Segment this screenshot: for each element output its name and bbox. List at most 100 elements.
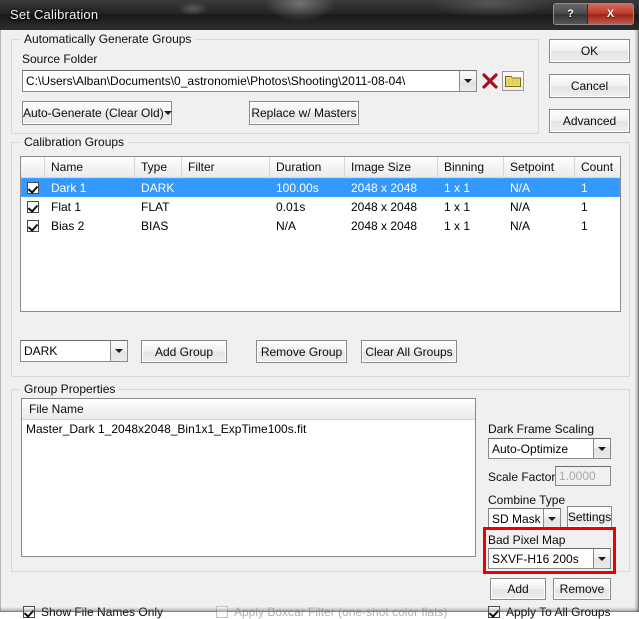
cell-count: 1 [581, 199, 588, 214]
cell-type: BIAS [141, 218, 169, 233]
add-bad-pixel-map-button[interactable]: Add [490, 578, 546, 600]
table-row[interactable]: Flat 1 FLAT 0.01s 2048 x 2048 1 x 1 N/A 1 [21, 197, 620, 216]
file-name-list-body: Master_Dark 1_2048x2048_Bin1x1_ExpTime10… [22, 420, 475, 438]
chevron-down-icon[interactable] [593, 439, 610, 458]
cell-name: Bias 2 [51, 218, 85, 233]
checkbox-box[interactable] [488, 606, 500, 618]
chevron-down-icon[interactable] [110, 341, 127, 361]
cell-type: DARK [141, 180, 175, 195]
dark-frame-scaling-combo[interactable]: Auto-Optimize [488, 438, 611, 459]
chevron-down-icon[interactable] [459, 71, 476, 91]
column-header-type[interactable]: Type [135, 157, 182, 177]
cell-duration: 100.00s [276, 180, 319, 195]
show-file-names-only-label: Show File Names Only [41, 605, 164, 619]
bad-pixel-map-combo[interactable]: SXVF-H16 200s [488, 548, 611, 569]
cell-setpoint: N/A [510, 180, 531, 195]
table-body: Dark 1 DARK 100.00s 2048 x 2048 1 x 1 N/A 1 Fla… [21, 178, 620, 235]
chevron-down-icon[interactable] [163, 102, 172, 124]
clear-all-groups-button[interactable]: Clear All Groups [361, 340, 457, 363]
checkbox-box [216, 606, 228, 618]
checkbox-box[interactable] [27, 181, 39, 194]
folder-icon[interactable] [502, 71, 524, 91]
auto-generate-groups-title: Automatically Generate Groups [20, 32, 196, 46]
remove-group-button[interactable]: Remove Group [256, 340, 347, 363]
apply-boxcar-filter-label: Apply Boxcar Filter (one-shot color flat… [234, 605, 448, 619]
add-group-button[interactable]: Add Group [141, 340, 227, 363]
column-header-image-size[interactable]: Image Size [345, 157, 438, 177]
title-bar[interactable]: Set Calibration ? X [0, 0, 639, 30]
file-name-list[interactable]: File Name Master_Dark 1_2048x2048_Bin1x1… [21, 398, 476, 557]
cell-name: Flat 1 [51, 199, 82, 214]
group-type-value: DARK [24, 344, 58, 358]
close-button[interactable]: X [588, 4, 633, 24]
source-folder-value: C:\Users\Alban\Documents\0_astronomie\Ph… [26, 74, 406, 88]
advanced-button[interactable]: Advanced [549, 109, 630, 133]
apply-to-all-groups-label: Apply To All Groups [506, 605, 611, 619]
apply-boxcar-filter-checkbox: Apply Boxcar Filter (one-shot color flat… [216, 605, 447, 619]
combine-settings-button[interactable]: Settings [567, 506, 612, 528]
row-checkbox[interactable] [21, 200, 45, 213]
cell-setpoint: N/A [510, 199, 531, 214]
cancel-button[interactable]: Cancel [549, 74, 630, 98]
cell-duration: N/A [276, 218, 297, 233]
clear-folder-icon[interactable] [481, 72, 499, 90]
titlebar-glow [430, 0, 550, 18]
group-properties-title: Group Properties [20, 382, 120, 396]
checkbox-box[interactable] [27, 200, 39, 213]
cell-binning: 1 x 1 [444, 199, 471, 214]
column-header-binning[interactable]: Binning [438, 157, 504, 177]
checkbox-box[interactable] [23, 606, 35, 618]
table-header-row: Name Type Filter Duration Image Size Binning S… [21, 157, 620, 178]
window-controls: ? X [553, 3, 634, 25]
set-calibration-dialog: Set Calibration ? X Automatically Genera… [0, 0, 639, 619]
replace-with-masters-button[interactable]: Replace w/ Masters [249, 101, 359, 125]
cell-count: 1 [581, 218, 588, 233]
checkbox-box[interactable] [27, 219, 39, 232]
dialog-client-area: Automatically Generate Groups Source Fol… [0, 30, 639, 619]
ok-button[interactable]: OK [549, 39, 630, 63]
bad-pixel-map-value: SXVF-H16 200s [492, 551, 579, 566]
dark-frame-scaling-value: Auto-Optimize [492, 441, 569, 456]
bad-pixel-map-label: Bad Pixel Map [488, 533, 566, 547]
apply-to-all-groups-checkbox[interactable]: Apply To All Groups [488, 605, 611, 619]
cell-image-size: 2048 x 2048 [351, 199, 418, 214]
column-header-name[interactable]: Name [45, 157, 135, 177]
chevron-down-icon[interactable] [543, 509, 560, 528]
scale-factor-label: Scale Factor [488, 470, 556, 484]
cell-type: FLAT [141, 199, 170, 214]
source-folder-combo[interactable]: C:\Users\Alban\Documents\0_astronomie\Ph… [22, 70, 477, 92]
cell-image-size: 2048 x 2048 [351, 218, 418, 233]
cell-count: 1 [581, 180, 588, 195]
column-header-count[interactable]: Count [575, 157, 620, 177]
column-header-setpoint[interactable]: Setpoint [504, 157, 575, 177]
auto-generate-split-button[interactable]: Auto-Generate (Clear Old) [22, 101, 172, 125]
scale-factor-field[interactable]: 1.0000 [555, 466, 611, 486]
calibration-groups-title: Calibration Groups [20, 135, 129, 149]
help-button[interactable]: ? [554, 4, 588, 24]
table-row[interactable]: Dark 1 DARK 100.00s 2048 x 2048 1 x 1 N/A 1 [21, 178, 620, 197]
group-type-combo[interactable]: DARK [20, 340, 128, 362]
cell-binning: 1 x 1 [444, 180, 471, 195]
calibration-groups-table[interactable]: Name Type Filter Duration Image Size Binning S… [20, 156, 621, 312]
list-item[interactable]: Master_Dark 1_2048x2048_Bin1x1_ExpTime10… [22, 420, 475, 438]
source-folder-label: Source Folder [22, 52, 98, 66]
combine-type-combo[interactable]: SD Mask [488, 508, 561, 529]
titlebar-glow [265, 0, 335, 22]
combine-type-label: Combine Type [488, 493, 566, 507]
cell-setpoint: N/A [510, 218, 531, 233]
cell-binning: 1 x 1 [444, 218, 471, 233]
column-header-filter[interactable]: Filter [182, 157, 270, 177]
chevron-down-icon[interactable] [593, 549, 610, 568]
table-row[interactable]: Bias 2 BIAS N/A 2048 x 2048 1 x 1 N/A 1 [21, 216, 620, 235]
remove-bad-pixel-map-button[interactable]: Remove [553, 578, 611, 600]
auto-generate-button-label: Auto-Generate (Clear Old) [23, 106, 164, 120]
dark-frame-scaling-label: Dark Frame Scaling [488, 422, 595, 436]
file-name-column-header: File Name [22, 399, 475, 420]
row-checkbox[interactable] [21, 219, 45, 232]
titlebar-glow [178, 2, 208, 16]
row-checkbox[interactable] [21, 181, 45, 194]
column-header-duration[interactable]: Duration [270, 157, 345, 177]
column-header-checkbox[interactable] [21, 157, 45, 177]
window-title: Set Calibration [10, 7, 99, 22]
show-file-names-only-checkbox[interactable]: Show File Names Only [23, 605, 163, 619]
